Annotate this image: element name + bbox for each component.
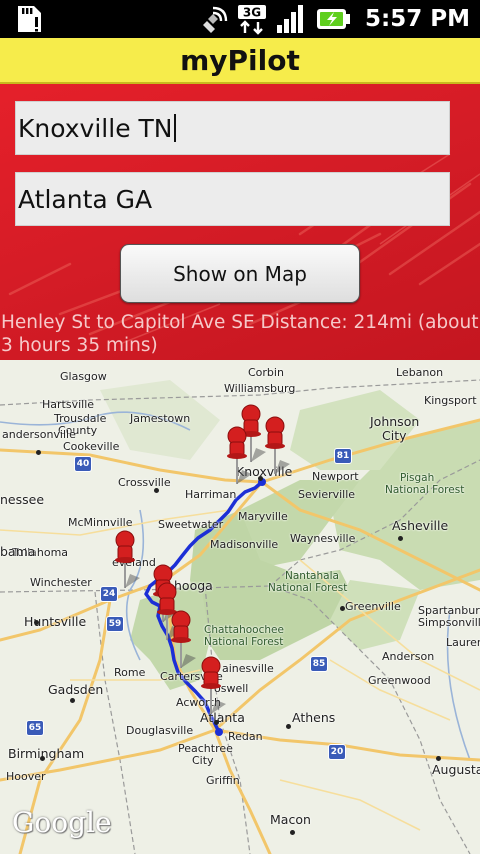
city-label: Harriman	[185, 488, 237, 501]
interstate-shield: 40	[74, 456, 92, 472]
city-label: Griffin	[206, 774, 240, 787]
city-label: Augusta	[432, 762, 480, 777]
destination-input[interactable]: Atlanta GA	[15, 172, 450, 226]
battery-charging-icon	[317, 9, 351, 29]
city-dot	[214, 720, 219, 725]
status-icons: 3G 5:57 PM	[197, 0, 470, 38]
city-label: Macon	[270, 812, 311, 827]
city-dot	[36, 450, 41, 455]
city-dot	[286, 724, 291, 729]
map-pin-icon[interactable]	[222, 426, 252, 486]
city-label: City	[192, 754, 214, 767]
city-label: nessee	[0, 492, 45, 507]
city-label: Athens	[292, 710, 336, 725]
interstate-shield: 20	[328, 744, 346, 760]
city-label: Sweetwater	[158, 518, 224, 531]
map-pin-icon[interactable]	[196, 656, 226, 716]
google-logo: Google	[12, 806, 112, 839]
city-label: Greenwood	[368, 674, 431, 687]
city-label: Madisonville	[210, 538, 279, 551]
origin-input-value: Knoxville TN	[18, 113, 173, 143]
network-3g-icon: 3G	[238, 5, 267, 35]
show-on-map-button[interactable]: Show on Map	[120, 244, 360, 303]
city-label: Winchester	[30, 576, 92, 589]
status-bar: 3G 5:57 PM	[0, 0, 480, 38]
interstate-shield: 59	[106, 616, 124, 632]
city-dot	[34, 620, 39, 625]
city-label: Waynesville	[290, 532, 356, 545]
city-label: Douglasville	[126, 724, 194, 737]
clock: 5:57 PM	[365, 6, 470, 32]
city-label: Newport	[312, 470, 359, 483]
city-label: McMinnville	[68, 516, 133, 529]
city-label: Hoover	[6, 770, 46, 783]
city-dot	[340, 606, 345, 611]
text-cursor	[173, 114, 176, 142]
city-dot	[40, 756, 45, 761]
city-label: ainesville	[222, 662, 274, 675]
city-dot	[290, 830, 295, 835]
map-pin-icon[interactable]	[260, 416, 290, 476]
city-label: Glasgow	[60, 370, 107, 383]
city-label: Williamsburg	[224, 382, 296, 395]
city-label: Greenville	[345, 600, 401, 613]
city-dot	[398, 536, 403, 541]
map-view[interactable]: Williamsburg Corbin Lebanon Glasgow Hart…	[0, 360, 480, 854]
origin-input[interactable]: Knoxville TN	[15, 101, 450, 155]
city-label: Pisgah	[400, 472, 435, 484]
map-pin-icon[interactable]	[110, 530, 140, 590]
city-label: Corbin	[248, 366, 284, 379]
city-label: National Forest	[385, 484, 465, 496]
city-label: bama	[0, 544, 36, 559]
city-label: Birmingham	[8, 746, 85, 761]
city-dot	[154, 488, 159, 493]
route-summary: Henley St to Capitol Ave SE Distance: 21…	[1, 312, 479, 356]
svg-text:3G: 3G	[243, 6, 261, 20]
app-title: myPilot	[180, 43, 300, 77]
city-label: Cookeville	[63, 440, 120, 453]
city-label: National Forest	[268, 582, 348, 594]
map-pin-icon[interactable]	[166, 610, 196, 670]
city-label: Lebanon	[396, 366, 444, 379]
city-label: Laurens	[446, 636, 480, 649]
city-label: Rome	[114, 666, 146, 679]
route-form: Knoxville TN Atlanta GA Show on Map Henl…	[0, 84, 480, 360]
city-label: Maryville	[238, 510, 288, 523]
title-bar: myPilot	[0, 38, 480, 84]
city-label: Crossville	[118, 476, 171, 489]
city-label: National Forest	[204, 636, 284, 648]
city-label: Gadsden	[48, 682, 104, 697]
city-dot	[70, 698, 75, 703]
city-dot	[258, 476, 263, 481]
city-label: City	[382, 428, 407, 443]
city-label: Asheville	[392, 518, 449, 533]
city-label: Chattahoochee	[204, 624, 284, 636]
interstate-shield: 81	[334, 448, 352, 464]
interstate-shield: 85	[310, 656, 328, 672]
city-label: Jamestown	[130, 412, 191, 425]
interstate-shield: 65	[26, 720, 44, 736]
city-label: Redan	[228, 730, 263, 743]
destination-input-value: Atlanta GA	[18, 184, 153, 214]
city-label: Nantahala	[285, 570, 339, 582]
gps-icon	[203, 6, 228, 33]
signal-icon	[277, 5, 304, 33]
city-label: Kingsport	[424, 394, 477, 407]
city-label: Anderson	[382, 650, 435, 663]
city-dot	[436, 756, 441, 761]
city-label: Sevierville	[298, 488, 356, 501]
city-label: Hartsville	[42, 398, 95, 411]
sd-card-icon	[18, 6, 41, 32]
city-label: Simpsonville	[418, 616, 480, 629]
city-label: Johnson	[370, 414, 420, 429]
